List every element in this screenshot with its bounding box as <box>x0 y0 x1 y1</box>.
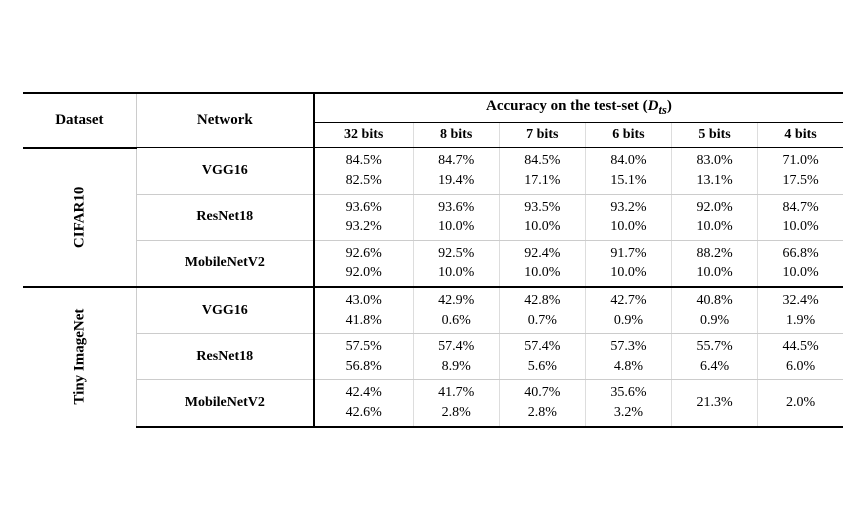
main-table-container: Dataset Network Accuracy on the test-set… <box>23 92 843 427</box>
data-cell: 93.5%10.0% <box>499 194 585 240</box>
network-cell: VGG16 <box>136 148 314 194</box>
accuracy-span-header: Accuracy on the test-set (Dts) <box>314 93 843 123</box>
data-cell: 84.5%17.1% <box>499 148 585 194</box>
header-row-1: Dataset Network Accuracy on the test-set… <box>23 93 843 123</box>
table-row: MobileNetV292.6%92.0%92.5%10.0%92.4%10.0… <box>23 240 843 287</box>
table-row: Tiny ImageNetVGG1643.0%41.8%42.9%0.6%42.… <box>23 287 843 334</box>
data-cell: 40.7%2.8% <box>499 380 585 427</box>
data-cell: 32.4%1.9% <box>758 287 843 334</box>
data-cell: 43.0%41.8% <box>314 287 413 334</box>
table-row: MobileNetV242.4%42.6%41.7%2.8%40.7%2.8%3… <box>23 380 843 427</box>
col-4bits: 4 bits <box>758 123 843 148</box>
data-cell: 40.8%0.9% <box>672 287 758 334</box>
data-cell: 84.7%10.0% <box>758 194 843 240</box>
data-cell: 21.3% <box>672 380 758 427</box>
table-row: ResNet1857.5%56.8%57.4%8.9%57.4%5.6%57.3… <box>23 334 843 380</box>
data-cell: 92.5%10.0% <box>413 240 499 287</box>
network-cell: ResNet18 <box>136 194 314 240</box>
data-cell: 93.2%10.0% <box>585 194 671 240</box>
data-cell: 93.6%93.2% <box>314 194 413 240</box>
data-cell: 41.7%2.8% <box>413 380 499 427</box>
col-32bits: 32 bits <box>314 123 413 148</box>
table-row: ResNet1893.6%93.2%93.6%10.0%93.5%10.0%93… <box>23 194 843 240</box>
accuracy-table: Dataset Network Accuracy on the test-set… <box>23 92 843 427</box>
col-6bits: 6 bits <box>585 123 671 148</box>
dataset-header: Dataset <box>23 93 136 148</box>
data-cell: 91.7%10.0% <box>585 240 671 287</box>
data-cell: 42.7%0.9% <box>585 287 671 334</box>
data-cell: 35.6%3.2% <box>585 380 671 427</box>
col-8bits: 8 bits <box>413 123 499 148</box>
data-cell: 2.0% <box>758 380 843 427</box>
col-5bits: 5 bits <box>672 123 758 148</box>
data-cell: 93.6%10.0% <box>413 194 499 240</box>
data-cell: 57.3%4.8% <box>585 334 671 380</box>
data-cell: 84.5%82.5% <box>314 148 413 194</box>
data-cell: 42.9%0.6% <box>413 287 499 334</box>
data-cell: 92.4%10.0% <box>499 240 585 287</box>
data-cell: 57.5%56.8% <box>314 334 413 380</box>
network-cell: MobileNetV2 <box>136 380 314 427</box>
data-cell: 84.0%15.1% <box>585 148 671 194</box>
data-cell: 57.4%5.6% <box>499 334 585 380</box>
network-cell: MobileNetV2 <box>136 240 314 287</box>
data-cell: 44.5%6.0% <box>758 334 843 380</box>
dataset-cell: CIFAR10 <box>23 148 136 287</box>
data-cell: 92.6%92.0% <box>314 240 413 287</box>
data-cell: 84.7%19.4% <box>413 148 499 194</box>
data-cell: 66.8%10.0% <box>758 240 843 287</box>
data-cell: 42.4%42.6% <box>314 380 413 427</box>
data-cell: 92.0%10.0% <box>672 194 758 240</box>
data-cell: 42.8%0.7% <box>499 287 585 334</box>
network-cell: VGG16 <box>136 287 314 334</box>
data-cell: 88.2%10.0% <box>672 240 758 287</box>
data-cell: 55.7%6.4% <box>672 334 758 380</box>
data-cell: 57.4%8.9% <box>413 334 499 380</box>
data-cell: 71.0%17.5% <box>758 148 843 194</box>
table-row: CIFAR10VGG1684.5%82.5%84.7%19.4%84.5%17.… <box>23 148 843 194</box>
col-7bits: 7 bits <box>499 123 585 148</box>
network-cell: ResNet18 <box>136 334 314 380</box>
dataset-cell: Tiny ImageNet <box>23 287 136 427</box>
network-header: Network <box>136 93 314 148</box>
data-cell: 83.0%13.1% <box>672 148 758 194</box>
